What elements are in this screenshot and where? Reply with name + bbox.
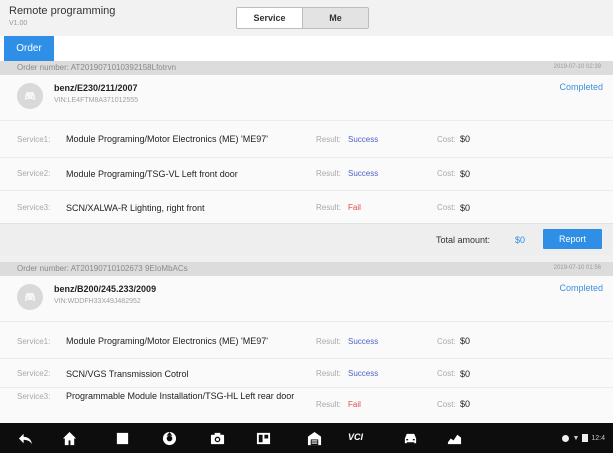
service-name: Module Programing/TSG-VL Left front door <box>66 169 238 179</box>
garage-icon[interactable] <box>306 430 322 446</box>
app-version: V1.00 <box>9 20 28 27</box>
cost-value: $0 <box>460 369 471 379</box>
status-tray: ▼ 12:4 <box>562 434 605 442</box>
car-model: benz/E230/211/2007 <box>54 83 138 93</box>
cost-label: Cost: <box>437 203 456 212</box>
order-status: Completed <box>559 283 603 293</box>
total-row: Total amount: $0 Report <box>0 223 613 255</box>
back-icon[interactable] <box>17 430 33 446</box>
home-icon[interactable] <box>61 430 77 446</box>
cost-label: Cost: <box>437 400 456 409</box>
car-icon <box>17 284 43 310</box>
segment-service[interactable]: Service <box>237 8 302 28</box>
service-row: Service2: Module Programing/TSG-VL Left … <box>0 157 613 190</box>
car-vin: VIN:LE4FTM8A371012555 <box>54 97 139 104</box>
service-row: Service1: Module Programing/Motor Electr… <box>0 321 613 358</box>
result-label: Result: <box>316 135 341 144</box>
app-title: Remote programming <box>9 5 116 17</box>
service-row: Service1: Module Programing/Motor Electr… <box>0 120 613 157</box>
order-status: Completed <box>559 82 603 92</box>
recent-apps-icon[interactable] <box>114 430 130 446</box>
cost-value: $0 <box>460 399 471 409</box>
service-row: Service3: SCN/XALWA-R Lighting, right fr… <box>0 190 613 223</box>
order-number: Order number: AT2019071010392158Lfotrvn <box>17 63 177 72</box>
result-value: Fail <box>348 203 361 212</box>
order-date: 2019-07-10 01:56 <box>553 265 601 271</box>
wifi-icon: ▼ <box>572 434 580 442</box>
service-label: Service3: <box>17 203 51 212</box>
service-label: Service3: <box>17 392 51 401</box>
cost-value: $0 <box>460 134 471 144</box>
cost-label: Cost: <box>437 369 456 378</box>
location-icon <box>562 434 570 442</box>
cost-label: Cost: <box>437 169 456 178</box>
result-label: Result: <box>316 400 341 409</box>
total-amount: $0 <box>515 235 526 245</box>
browser-icon[interactable] <box>161 430 177 446</box>
vehicle-info[interactable]: benz/B200/245.233/2009 VIN:WDDFH33X49J48… <box>0 276 613 321</box>
result-value: Success <box>348 135 379 144</box>
total-label: Total amount: <box>436 235 491 245</box>
car-icon[interactable] <box>402 430 418 446</box>
order-date: 2019-07-10 02:39 <box>553 64 601 70</box>
order-header: Order number: AT20190710102673 9EIoMbACs… <box>0 262 613 276</box>
camera-icon[interactable] <box>209 430 225 446</box>
result-value: Success <box>348 169 379 178</box>
segment-control: Service Me <box>236 7 369 29</box>
service-label: Service1: <box>17 135 51 144</box>
vehicle-info[interactable]: benz/E230/211/2007 VIN:LE4FTM8A371012555… <box>0 75 613 120</box>
service-name: Programmable Module Installation/TSG-HL … <box>66 391 295 401</box>
service-name: Module Programing/Motor Electronics (ME)… <box>66 336 269 346</box>
car-vin: VIN:WDDFH33X49J482952 <box>54 298 141 305</box>
order-header: Order number: AT2019071010392158Lfotrvn … <box>0 61 613 75</box>
service-label: Service2: <box>17 169 51 178</box>
cost-label: Cost: <box>437 337 456 346</box>
service-label: Service1: <box>17 337 51 346</box>
diagnostics-icon[interactable] <box>446 430 462 446</box>
order-number: Order number: AT20190710102673 9EIoMbACs <box>17 264 188 273</box>
result-value: Success <box>348 337 379 346</box>
vci-icon[interactable]: VCI <box>348 432 363 442</box>
result-value: Fail <box>348 400 361 409</box>
system-navbar: VCI ▼ 12:4 <box>0 423 613 453</box>
title-bar: Remote programming V1.00 Service Me <box>0 0 613 36</box>
result-value: Success <box>348 369 379 378</box>
tab-order[interactable]: Order <box>4 36 54 61</box>
service-row: Service2: SCN/VGS Transmission Cotrol Re… <box>0 358 613 387</box>
service-name: SCN/XALWA-R Lighting, right front <box>66 203 205 213</box>
car-icon <box>17 83 43 109</box>
battery-icon <box>582 434 589 442</box>
tab-row: Order <box>0 36 613 61</box>
service-label: Service2: <box>17 369 51 378</box>
cost-value: $0 <box>460 203 471 213</box>
service-name: Module Programing/Motor Electronics (ME)… <box>66 134 269 144</box>
status-time: 12:4 <box>591 434 605 442</box>
service-row: Service3: Programmable Module Installati… <box>0 387 613 423</box>
cost-value: $0 <box>460 336 471 346</box>
result-label: Result: <box>316 203 341 212</box>
car-model: benz/B200/245.233/2009 <box>54 284 157 294</box>
segment-me[interactable]: Me <box>302 8 368 28</box>
result-label: Result: <box>316 169 341 178</box>
result-label: Result: <box>316 337 341 346</box>
result-label: Result: <box>316 369 341 378</box>
service-name: SCN/VGS Transmission Cotrol <box>66 369 189 379</box>
cost-value: $0 <box>460 169 471 179</box>
screen-mirror-icon[interactable] <box>255 430 271 446</box>
report-button[interactable]: Report <box>543 229 602 249</box>
cost-label: Cost: <box>437 135 456 144</box>
